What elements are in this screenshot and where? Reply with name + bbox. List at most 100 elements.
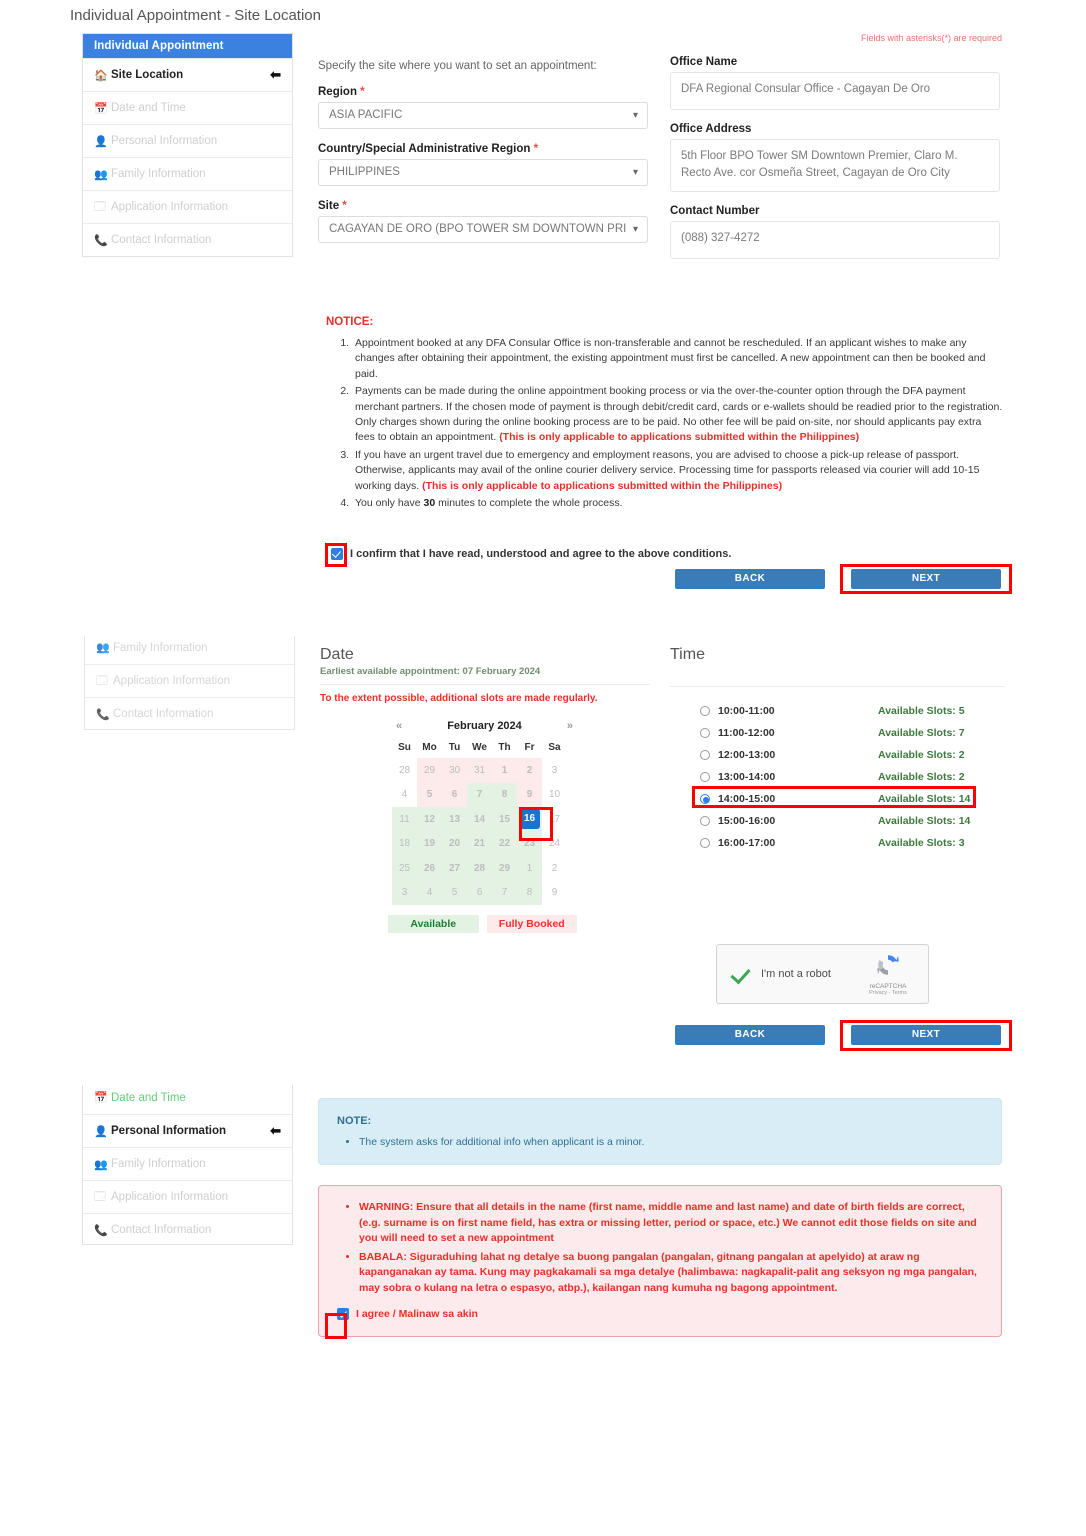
country-select[interactable]: PHILIPPINES ▾ [318,159,648,186]
time-slot-row[interactable]: 16:00-17:00 Available Slots: 3 [700,832,1005,854]
back-button-1[interactable]: BACK [675,569,825,589]
card-icon: 🗔 [94,1190,106,1203]
time-slot-radio[interactable] [700,706,710,716]
agree-checkbox[interactable] [337,1308,349,1320]
sidebar-item-personal-information[interactable]: 👤 Personal Information [83,124,292,157]
calendar-day[interactable]: 29 [492,856,517,881]
calendar-day[interactable]: 23 [517,831,542,856]
recaptcha-privacy-terms[interactable]: Privacy - Terms [860,990,916,996]
calendar-week-row: 4 5 6 7 8 9 10 [392,782,567,807]
calendar-next-month-button[interactable]: » [567,720,573,732]
sidebar-item-contact-information[interactable]: 📞 Contact Information [83,223,292,256]
recaptcha-checkbox[interactable] [729,963,751,985]
calendar-day: 6 [467,880,492,905]
sidebar3-top-mask [82,1076,295,1085]
calendar-day[interactable]: 12 [417,807,442,832]
sidebar3-item-family-information[interactable]: 👥 Family Information [83,1147,292,1180]
required-fields-note: Fields with asterisks(*) are required [860,33,1002,43]
calendar-day: 1 [492,758,517,783]
office-name-label: Office Name [670,56,738,68]
time-section: Time 10:00-11:00 Available Slots: 5 11:00-… [670,646,1005,854]
back-button-2[interactable]: BACK [675,1025,825,1045]
time-slot-radio[interactable] [700,772,710,782]
next-button-1[interactable]: NEXT [851,569,1001,589]
sidebar3-item-contact-information[interactable]: 📞 Contact Information [83,1213,292,1244]
time-heading: Time [670,646,705,663]
agree-label: I agree / Malinaw sa akin [356,1308,478,1320]
time-slot-row[interactable]: 14:00-15:00 Available Slots: 14 [700,788,1005,810]
time-slot-radio[interactable] [700,750,710,760]
chevron-down-icon: ▾ [632,167,638,178]
legend-available: Available [388,915,479,933]
calendar-grid[interactable]: Su Mo Tu We Th Fr Sa 28 29 30 31 1 2 3 4 5 6 7 8 9 10… [392,736,567,905]
chevron-down-icon: ▾ [632,110,638,121]
calendar-week-row: 11 12 13 14 15 16 17 [392,807,567,832]
warning-tagalog: BABALA: Siguraduhing lahat ng detalye sa… [359,1250,983,1297]
calendar-day: 11 [392,807,417,832]
calendar-day: 6 [442,782,467,807]
calendar-day[interactable]: 21 [467,831,492,856]
time-slot-label: 10:00-11:00 [718,705,775,717]
country-label: Country/Special Administrative Region * [318,143,539,155]
sidebar3-item-date-and-time[interactable]: 📅 Date and Time [83,1081,292,1114]
card-icon: 🗔 [94,200,106,213]
calendar-day[interactable]: 22 [492,831,517,856]
sidebar-item-label: Site Location [111,69,184,81]
calendar-day: 2 [517,758,542,783]
site-select[interactable]: CAGAYAN DE ORO (BPO TOWER SM DOWNTOWN PR… [318,216,648,243]
recaptcha-widget[interactable]: I'm not a robot reCAPTCHA Privacy - Term… [716,944,929,1004]
recaptcha-brand-name: reCAPTCHA [869,983,907,990]
time-slot-radio[interactable] [700,838,710,848]
sidebar3-item-personal-information[interactable]: 👤 Personal Information ⬅ [83,1114,292,1147]
calendar-day[interactable]: 15 [492,807,517,832]
time-slot-row[interactable]: 13:00-14:00 Available Slots: 2 [700,766,1005,788]
calendar-day[interactable]: 8 [492,782,517,807]
calendar-day[interactable]: 14 [467,807,492,832]
sidebar-item-label: Date and Time [111,102,186,114]
calendar-day[interactable]: 20 [442,831,467,856]
sidebar2-item-contact-information[interactable]: 📞 Contact Information [85,697,294,729]
calendar-day[interactable]: 27 [442,856,467,881]
time-slot-radio[interactable] [700,728,710,738]
agree-row[interactable]: I agree / Malinaw sa akin [337,1308,983,1320]
sidebar-item-date-and-time[interactable]: 📅 Date and Time [83,91,292,124]
minor-info-note-box: NOTE: The system asks for additional inf… [318,1098,1002,1165]
time-slot-row[interactable]: 15:00-16:00 Available Slots: 14 [700,810,1005,832]
time-slot-row[interactable]: 10:00-11:00 Available Slots: 5 [700,700,1005,722]
time-slot-availability: Available Slots: 3 [878,837,965,849]
sidebar3-item-application-information[interactable]: 🗔 Application Information [83,1180,292,1213]
calendar-day[interactable]: 13 [442,807,467,832]
time-slot-radio[interactable] [700,816,710,826]
time-slot-row[interactable]: 12:00-13:00 Available Slots: 2 [700,744,1005,766]
sidebar2-item-application-information[interactable]: 🗔 Application Information [85,664,294,697]
sidebar-header: Individual Appointment [83,34,292,58]
confirm-conditions-row[interactable]: I confirm that I have read, understood a… [331,548,731,560]
time-slot-label: 12:00-13:00 [718,749,776,761]
time-slot-availability: Available Slots: 2 [878,771,965,783]
phone-icon: 📞 [96,708,110,721]
calendar-week-row: 3456789 [392,880,567,905]
calendar-day[interactable]: 7 [467,782,492,807]
calendar-day-selected[interactable]: 16 [517,807,542,832]
time-slot-row[interactable]: 11:00-12:00 Available Slots: 7 [700,722,1005,744]
arrow-left-icon: ⬅ [270,67,281,82]
calendar-day[interactable]: 28 [467,856,492,881]
appointment-steps-sidebar: Individual Appointment 🏠 Site Location ⬅… [82,33,293,257]
calendar-day[interactable]: 26 [417,856,442,881]
calendar-day: 10 [548,789,561,801]
calendar-day[interactable]: 19 [417,831,442,856]
confirm-conditions-checkbox[interactable] [331,548,343,560]
sidebar-item-application-information[interactable]: 🗔 Application Information [83,190,292,223]
calendar-day: 28 [398,764,411,776]
weekday-label: Th [498,741,511,753]
contact-number-label: Contact Number [670,205,760,217]
region-select[interactable]: ASIA PACIFIC ▾ [318,102,648,129]
notice-item-2-emphasis: (This is only applicable to applications… [499,431,860,444]
calendar-day: 30 [442,758,467,783]
next-button-2[interactable]: NEXT [851,1025,1001,1045]
time-slot-radio[interactable] [700,794,710,804]
sidebar-item-site-location[interactable]: 🏠 Site Location ⬅ [83,58,292,91]
calendar-prev-month-button[interactable]: « [396,720,402,732]
sidebar-item-family-information[interactable]: 👥 Family Information [83,157,292,190]
warning-english: WARNING: Ensure that all details in the … [359,1200,983,1247]
